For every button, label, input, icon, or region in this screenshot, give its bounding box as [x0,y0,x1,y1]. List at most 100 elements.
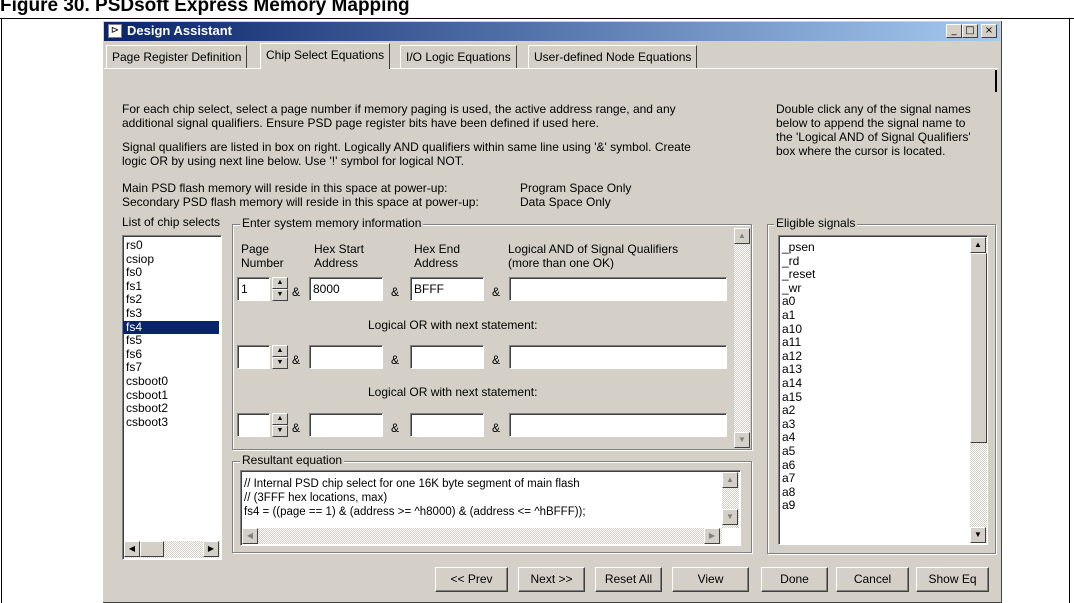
scroll-up-button[interactable]: ▲ [722,472,738,488]
spin-up-button[interactable]: ▲ [272,277,288,289]
spin-down-button[interactable]: ▼ [272,425,288,437]
list-item[interactable]: csboot1 [123,388,221,403]
list-item[interactable]: a5 [779,444,987,459]
scroll-thumb[interactable] [140,541,164,557]
page-number-field[interactable]: 1 [237,277,270,301]
list-item[interactable]: a13 [779,363,987,377]
scroll-up-button[interactable]: ▲ [970,237,986,253]
next-button[interactable]: Next >> [518,567,585,592]
eligible-signals-list[interactable]: _psen _rd _reset _wr a0 a1 a10 a11 a12 a… [778,235,988,545]
list-item[interactable]: a6 [779,458,987,473]
qualifiers-field[interactable] [509,413,727,437]
spin-down-button[interactable]: ▼ [272,357,288,369]
page-number-field[interactable] [237,345,270,369]
list-item[interactable]: _psen [779,240,987,255]
hex-end-field[interactable] [410,413,484,437]
page-spinner[interactable]: ▲ ▼ [272,345,288,369]
done-button[interactable]: Done [761,567,828,592]
list-item[interactable]: a8 [779,485,987,500]
doc-border-right [1069,18,1070,603]
list-item[interactable]: _reset [779,268,987,282]
list-item[interactable]: fs7 [123,361,221,375]
spin-down-button[interactable]: ▼ [272,289,288,301]
and-symbol: & [391,285,400,299]
scroll-left-button[interactable]: ◀ [124,541,140,557]
maximize-button[interactable]: □ [962,24,978,38]
scroll-up-button[interactable]: ▲ [734,228,750,244]
hex-start-field[interactable] [309,413,383,437]
equation-hscrollbar[interactable] [242,528,722,544]
list-item[interactable]: rs0 [123,238,221,253]
scroll-down-button[interactable]: ▼ [722,509,738,525]
view-button[interactable]: View [672,567,749,592]
tab-user-defined-node-equations[interactable]: User-defined Node Equations [528,45,698,68]
reset-all-button[interactable]: Reset All [595,567,662,592]
or-label: Logical OR with next statement: [368,385,538,399]
list-item[interactable]: a3 [779,417,987,432]
page-spinner[interactable]: ▲ ▼ [272,277,288,301]
qualifiers-field[interactable] [509,277,727,301]
scroll-thumb[interactable] [970,253,987,443]
list-item[interactable]: a10 [779,322,987,337]
list-item[interactable]: a11 [779,336,987,350]
list-item[interactable]: a0 [779,295,987,309]
list-item[interactable]: fs3 [123,306,221,321]
list-item[interactable]: a15 [779,390,987,405]
list-item[interactable]: csboot3 [123,415,221,430]
list-item[interactable]: a7 [779,471,987,486]
and-symbol: & [292,421,301,435]
page-spinner[interactable]: ▲ ▼ [272,413,288,437]
list-item-selected[interactable]: fs4 [123,320,219,335]
app-icon[interactable]: ⊳ [108,24,122,38]
spin-up-button[interactable]: ▲ [272,413,288,425]
secondary-flash-value: Data Space Only [520,195,611,209]
hex-end-field[interactable]: BFFF [410,277,484,301]
list-item[interactable]: a9 [779,499,987,513]
equation-line-2: // (3FFF hex locations, max) [244,492,388,504]
resultant-equation-label: Resultant equation [240,453,345,467]
scroll-right-button[interactable]: ▶ [203,541,219,557]
tab-chip-select-equations[interactable]: Chip Select Equations [260,43,391,69]
instruction-line-1: For each chip select, select a page numb… [122,102,676,116]
list-item[interactable]: fs6 [123,347,221,362]
scroll-left-button[interactable]: ◀ [242,528,258,544]
list-item[interactable]: fs0 [123,266,221,280]
scroll-right-button[interactable]: ▶ [704,528,720,544]
list-item[interactable]: a12 [779,349,987,364]
page-number-field[interactable] [237,413,270,437]
show-eq-button[interactable]: Show Eq [916,567,989,592]
list-item[interactable]: fs5 [123,334,221,348]
scroll-down-button[interactable]: ▼ [970,527,986,543]
hex-start-field[interactable] [309,345,383,369]
list-item[interactable]: a1 [779,308,987,323]
spin-up-button[interactable]: ▲ [272,345,288,357]
memory-vscrollbar[interactable] [734,228,750,448]
and-symbol: & [292,353,301,367]
qualifiers-field[interactable] [509,345,727,369]
and-symbol: & [391,353,400,367]
list-item[interactable]: csboot0 [123,374,221,389]
equation-line-3: fs4 = ((page == 1) & (address >= ^h8000)… [244,506,586,518]
list-item[interactable]: fs1 [123,279,221,294]
list-item[interactable]: csiop [123,252,221,267]
close-button[interactable]: × [981,24,997,38]
hex-start-field[interactable]: 8000 [309,277,383,301]
list-item[interactable]: _rd [779,254,987,269]
list-item[interactable]: _wr [779,281,987,296]
minimize-button[interactable]: _ [946,24,962,38]
list-item[interactable]: a4 [779,431,987,445]
title-bar[interactable] [104,22,1000,41]
list-item[interactable]: fs2 [123,293,221,307]
and-symbol: & [391,421,400,435]
cancel-button[interactable]: Cancel [836,567,909,592]
list-item[interactable]: a2 [779,404,987,418]
scroll-down-button[interactable]: ▼ [734,432,750,448]
tab-io-logic-equations[interactable]: I/O Logic Equations [400,45,517,68]
tab-page-register-definition[interactable]: Page Register Definition [106,45,248,68]
instruction-line-4: logic OR by using next line below. Use '… [122,154,465,168]
list-item[interactable]: csboot2 [123,402,221,416]
list-item[interactable]: a14 [779,376,987,391]
hex-end-field[interactable] [410,345,484,369]
chip-select-list[interactable]: rs0 csiop fs0 fs1 fs2 fs3 fs4 fs5 fs6 fs… [122,235,222,560]
prev-button[interactable]: << Prev [435,567,508,592]
